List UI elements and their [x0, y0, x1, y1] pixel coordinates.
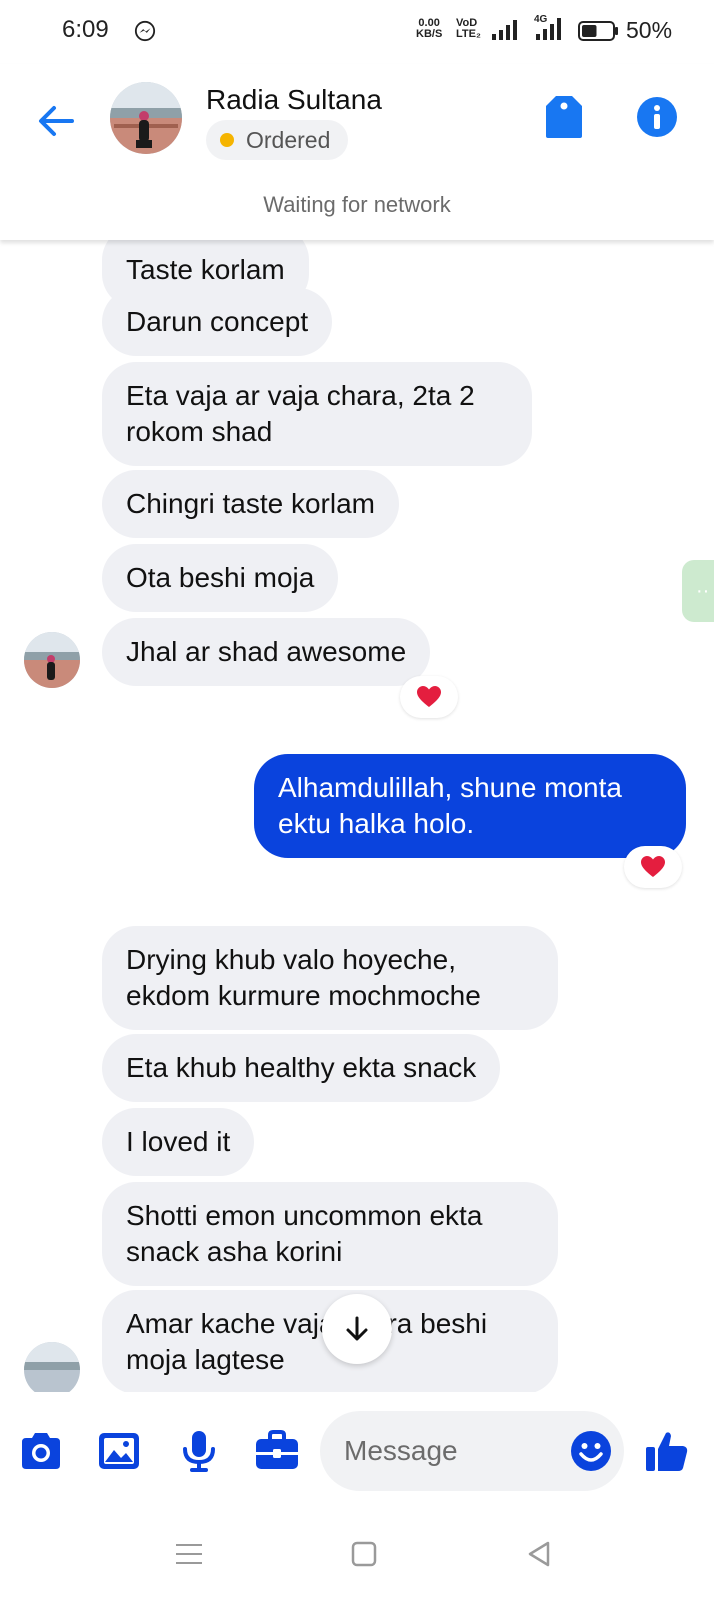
- chat-heads-tab[interactable]: ··: [682, 560, 714, 622]
- status-bar: 6:09 0.00 KB/S VoD LTE₂ 4G 50%: [0, 0, 714, 64]
- order-status-label: Ordered: [246, 126, 331, 153]
- briefcase-icon[interactable]: [254, 1428, 300, 1474]
- messenger-notification-icon: [134, 20, 156, 42]
- message-bubble[interactable]: Darun concept: [102, 288, 333, 356]
- volte-indicator: VoD LTE₂: [456, 18, 481, 40]
- message-bubble[interactable]: Eta khub healthy ekta snack: [102, 1034, 501, 1102]
- outgoing-message-bubble[interactable]: Alhamdulillah, shune monta ektu halka ho…: [254, 754, 686, 858]
- thumbs-up-icon[interactable]: [644, 1428, 690, 1474]
- network-speed-unit: KB/S: [416, 28, 443, 40]
- sender-avatar[interactable]: [24, 632, 80, 688]
- reaction-badge[interactable]: [400, 676, 458, 718]
- system-navigation-bar: [0, 1510, 714, 1599]
- avatar-photo: [110, 82, 182, 154]
- order-status-badge[interactable]: Ordered: [206, 120, 349, 160]
- volte-bottom: LTE₂: [456, 28, 481, 40]
- message-bubble[interactable]: Jhal ar shad awesome: [102, 618, 431, 686]
- signal-bars-icon: [492, 20, 517, 40]
- contact-name[interactable]: Radia Sultana: [206, 84, 382, 116]
- back-nav-icon[interactable]: [524, 1538, 556, 1570]
- battery-icon: [578, 21, 618, 41]
- order-status-dot: [220, 133, 234, 147]
- battery-percent: 50%: [626, 17, 673, 43]
- sender-avatar[interactable]: [24, 1342, 80, 1392]
- heart-icon: [641, 856, 665, 877]
- message-composer: [0, 1392, 714, 1510]
- message-bubble[interactable]: I loved it: [102, 1108, 255, 1176]
- menu-icon[interactable]: [173, 1538, 205, 1570]
- home-icon[interactable]: [348, 1538, 380, 1570]
- sender-avatar-photo: [24, 1342, 80, 1392]
- arrow-down-icon: [346, 1316, 368, 1341]
- heart-icon: [417, 686, 441, 707]
- status-time: 6:09: [62, 16, 109, 43]
- contact-avatar[interactable]: [110, 82, 182, 154]
- scroll-to-bottom-button[interactable]: [322, 1294, 392, 1364]
- message-list[interactable]: Taste korlam Darun concept Eta vaja ar v…: [0, 240, 714, 1392]
- microphone-icon[interactable]: [176, 1428, 222, 1474]
- tag-icon[interactable]: [542, 94, 586, 140]
- signal-4g-indicator: 4G: [534, 14, 562, 42]
- message-bubble[interactable]: Drying khub valo hoyeche, ekdom kurmure …: [102, 926, 558, 1030]
- conversation-header: Radia Sultana Ordered Waiting for networ…: [0, 64, 714, 240]
- sender-avatar-photo: [24, 632, 80, 688]
- message-bubble[interactable]: Shotti emon uncommon ekta snack asha kor…: [102, 1182, 558, 1286]
- emoji-icon[interactable]: [570, 1430, 612, 1472]
- camera-icon[interactable]: [18, 1428, 64, 1474]
- message-bubble[interactable]: Eta vaja ar vaja chara, 2ta 2 rokom shad: [102, 362, 532, 466]
- message-bubble[interactable]: Chingri taste korlam: [102, 470, 399, 538]
- image-icon[interactable]: [96, 1428, 142, 1474]
- reaction-badge[interactable]: [624, 846, 682, 888]
- signal-4g-bars-icon: [536, 18, 561, 40]
- network-speed: 0.00 KB/S: [416, 18, 442, 40]
- message-bubble[interactable]: Ota beshi moja: [102, 544, 339, 612]
- network-status-text: Waiting for network: [263, 192, 451, 217]
- back-arrow-icon[interactable]: [34, 100, 76, 142]
- info-icon[interactable]: [636, 96, 678, 138]
